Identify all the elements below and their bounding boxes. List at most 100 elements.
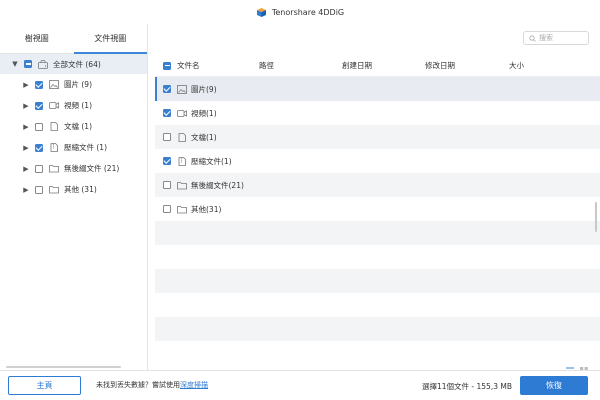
table-row[interactable]: 壓縮文件(1) [155, 149, 600, 173]
view-mode-switch [566, 359, 588, 374]
row-name: 文檔(1) [191, 132, 217, 142]
video-icon [177, 109, 187, 118]
deep-scan-hint: 未找到丟失數據？嘗試使用深度掃描 [96, 380, 208, 390]
search-placeholder: 搜索 [539, 34, 553, 42]
file-table: 文件名 路徑 創建日期 修改日期 大小 圖片(9) 視頻(1) 文檔(1) 壓縮… [155, 55, 600, 365]
table-row[interactable]: 文檔(1) [155, 125, 600, 149]
window-title: Tenorshare 4DDiG [271, 7, 345, 17]
checkbox[interactable] [35, 80, 43, 89]
tree-item-videos[interactable]: ▶ 視頻 (1) [0, 95, 147, 116]
tree-item-label: 視頻 (1) [64, 101, 93, 110]
expand-arrow-icon[interactable]: ▶ [22, 165, 30, 173]
document-icon [49, 122, 59, 131]
checkbox[interactable] [163, 133, 171, 141]
empty-row [155, 341, 600, 365]
tree-item-archives[interactable]: ▶ 壓縮文件 (1) [0, 137, 147, 158]
column-size[interactable]: 大小 [509, 60, 569, 71]
row-name: 壓縮文件(1) [191, 156, 232, 166]
search-input[interactable]: 搜索 [523, 31, 589, 45]
document-icon [177, 132, 187, 142]
horizontal-scrollbar[interactable] [6, 366, 121, 368]
checkbox[interactable] [35, 164, 43, 173]
tree-item-label: 無後綴文件 (21) [64, 164, 120, 173]
archive-icon [177, 156, 187, 166]
title-bar: Tenorshare 4DDiG [0, 0, 600, 24]
deep-scan-link[interactable]: 深度掃描 [180, 381, 208, 389]
file-type-tree: ▼ 全部文件 (64) ▶ 圖片 (9) ▶ 視頻 (1) ▶ 文檔 (1) ▶… [0, 54, 147, 200]
tree-item-label: 全部文件 (64) [53, 59, 101, 69]
table-row[interactable]: 視頻(1) [155, 101, 600, 125]
vertical-scrollbar[interactable] [595, 202, 597, 232]
tree-item-documents[interactable]: ▶ 文檔 (1) [0, 116, 147, 137]
tree-item-images[interactable]: ▶ 圖片 (9) [0, 74, 147, 95]
checkbox[interactable] [163, 109, 171, 117]
row-name: 視頻(1) [191, 108, 217, 118]
table-row[interactable]: 圖片(9) [155, 77, 600, 101]
table-header: 文件名 路徑 創建日期 修改日期 大小 [155, 55, 600, 77]
tree-item-label: 壓縮文件 (1) [64, 143, 108, 152]
table-body: 圖片(9) 視頻(1) 文檔(1) 壓縮文件(1) 無後綴文件(21) 其他(3… [155, 77, 600, 365]
column-path[interactable]: 路徑 [259, 60, 342, 71]
table-row[interactable]: 無後綴文件(21) [155, 173, 600, 197]
checkbox[interactable] [35, 143, 43, 152]
checkbox[interactable] [35, 185, 43, 194]
empty-row [155, 269, 600, 293]
app-window: Tenorshare 4DDiG 樹視圖 文件視圖 ▼ 全部文件 (64) ▶ [0, 0, 600, 400]
row-name: 圖片(9) [191, 84, 217, 94]
list-view-icon[interactable] [566, 359, 574, 374]
video-icon [49, 101, 59, 110]
row-name: 無後綴文件(21) [191, 180, 244, 190]
column-name[interactable]: 文件名 [155, 60, 259, 71]
expand-arrow-icon[interactable]: ▼ [11, 60, 19, 68]
table-row[interactable]: 其他(31) [155, 197, 600, 221]
folder-icon [49, 164, 59, 173]
checkbox[interactable] [35, 101, 43, 110]
search-icon [529, 34, 536, 42]
select-all-checkbox[interactable] [163, 61, 171, 70]
column-modified[interactable]: 修改日期 [425, 60, 509, 71]
archive-icon [49, 143, 59, 152]
checkbox[interactable] [163, 157, 171, 165]
tree-item-other[interactable]: ▶ 其他 (31) [0, 179, 147, 200]
tree-item-no-extension[interactable]: ▶ 無後綴文件 (21) [0, 158, 147, 179]
empty-row [155, 293, 600, 317]
empty-row [155, 317, 600, 341]
empty-row [155, 245, 600, 269]
right-pane: 搜索 文件名 路徑 創建日期 修改日期 大小 圖片(9) 視頻(1) 文檔(1)… [149, 24, 600, 374]
expand-arrow-icon[interactable]: ▶ [22, 123, 30, 131]
checkbox[interactable] [163, 85, 171, 93]
expand-arrow-icon[interactable]: ▶ [22, 81, 30, 89]
tree-item-label: 文檔 (1) [64, 122, 93, 131]
tab-tree-view[interactable]: 樹視圖 [0, 24, 74, 54]
folder-icon [49, 185, 59, 194]
tree-item-label: 圖片 (9) [64, 80, 93, 89]
selection-status: 選擇11個文件 - 155,3 MB [422, 382, 512, 391]
recover-button[interactable]: 恢復 [520, 376, 588, 395]
empty-row [155, 221, 600, 245]
expand-arrow-icon[interactable]: ▶ [22, 186, 30, 194]
tab-file-view[interactable]: 文件視圖 [73, 24, 147, 54]
expand-arrow-icon[interactable]: ▶ [22, 102, 30, 110]
folder-icon [177, 205, 187, 214]
folder-icon [177, 181, 187, 190]
column-name-label: 文件名 [177, 61, 200, 70]
left-pane: 樹視圖 文件視圖 ▼ 全部文件 (64) ▶ 圖片 (9) ▶ 視頻 (1) ▶… [0, 24, 148, 370]
row-name: 其他(31) [191, 204, 222, 214]
checkbox[interactable] [163, 181, 171, 189]
home-button[interactable]: 主頁 [8, 376, 81, 395]
drive-icon [38, 59, 48, 69]
column-created[interactable]: 創建日期 [342, 60, 425, 71]
expand-arrow-icon[interactable]: ▶ [22, 144, 30, 152]
app-logo-icon [256, 7, 267, 18]
image-icon [49, 80, 59, 89]
tree-item-label: 其他 (31) [64, 185, 97, 194]
bottom-bar: 主頁 未找到丟失數據？嘗試使用深度掃描 選擇11個文件 - 155,3 MB 恢… [0, 370, 600, 400]
tree-item-all-files[interactable]: ▼ 全部文件 (64) [0, 54, 147, 74]
view-tabs: 樹視圖 文件視圖 [0, 24, 147, 54]
checkbox[interactable] [163, 205, 171, 213]
grid-view-icon[interactable] [580, 359, 588, 374]
hint-text: 未找到丟失數據？嘗試使用 [96, 381, 180, 389]
image-icon [177, 84, 187, 94]
checkbox[interactable] [35, 122, 43, 131]
checkbox[interactable] [24, 60, 32, 68]
